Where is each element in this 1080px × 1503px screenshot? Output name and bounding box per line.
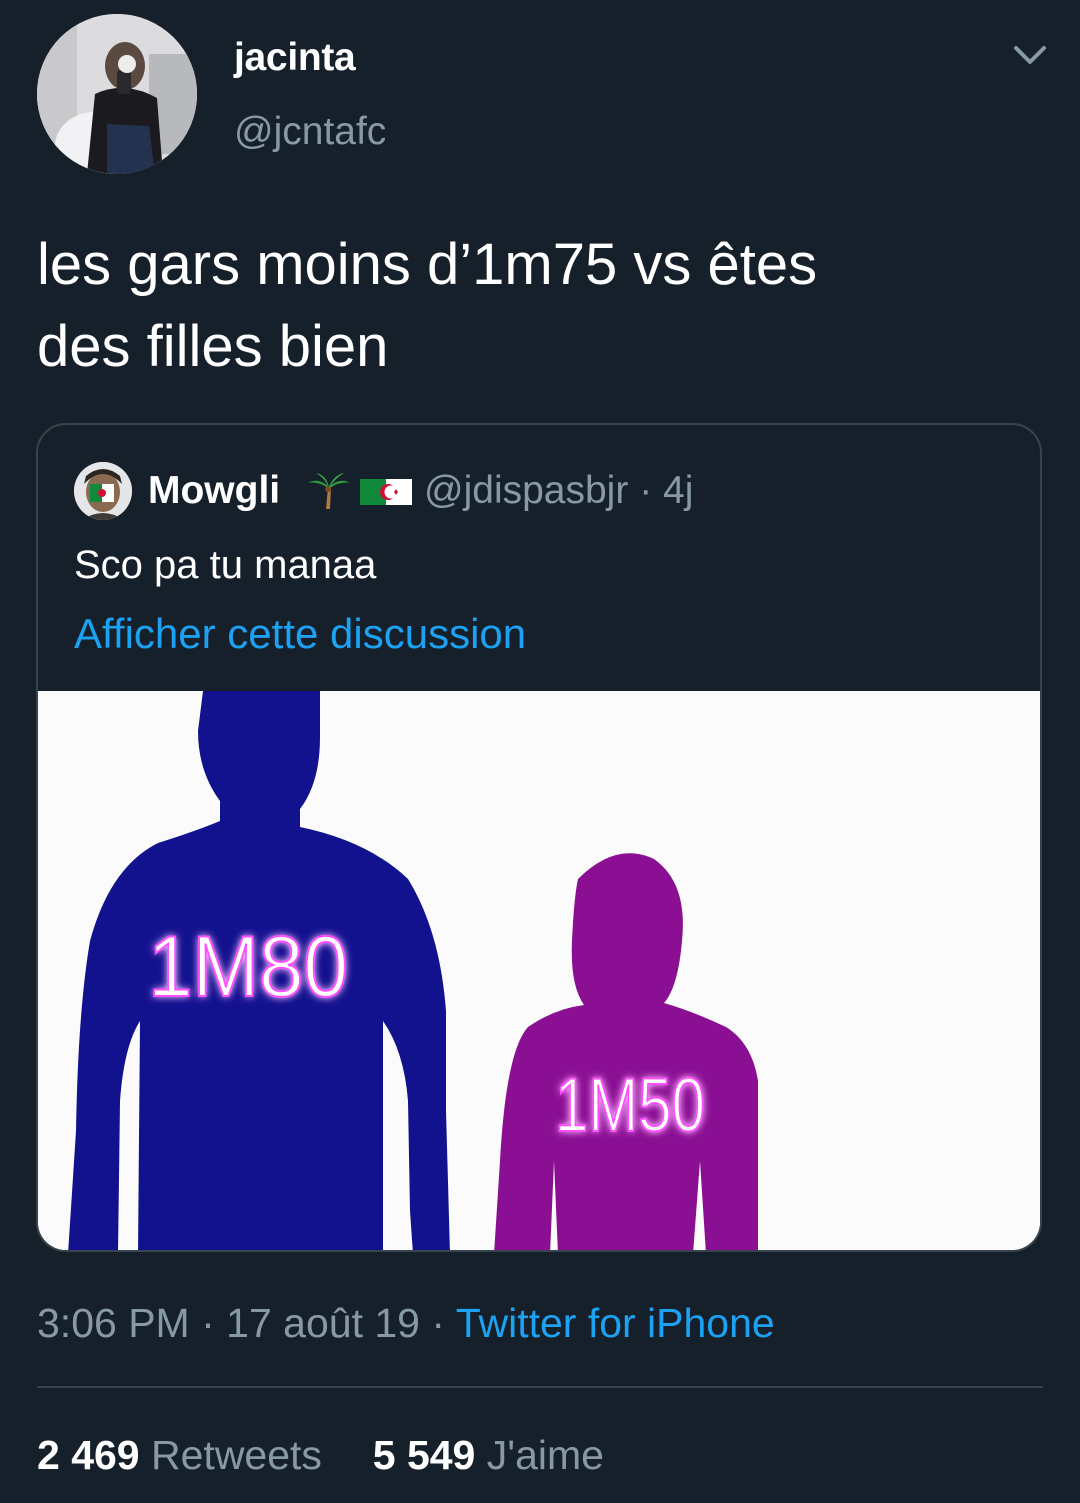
palm-tree-emoji (308, 473, 350, 509)
quoted-tweet-card[interactable]: Mowgli @jdispasbjr · 4j Sco pa tu manaa … (36, 423, 1042, 1252)
separator-dot: · (201, 1300, 215, 1346)
quoted-author-avatar[interactable] (74, 462, 132, 520)
quoted-name-emoji (306, 471, 418, 511)
algeria-flag-emoji (360, 479, 412, 505)
author-display-name[interactable]: jacinta (234, 36, 356, 80)
separator-dot: · (431, 1300, 446, 1346)
tweet-time: 3:06 PM (37, 1300, 190, 1346)
tweet-meta: 3:06 PM · 17 août 19 · Twitter for iPhon… (37, 1300, 775, 1347)
quoted-avatar-photo (74, 462, 132, 520)
show-thread-link[interactable]: Afficher cette discussion (74, 610, 526, 658)
quoted-media-image[interactable]: 1M80 1M50 (38, 691, 1040, 1250)
tweet-stats: 2 469 Retweets 5 549 J'aime (37, 1432, 604, 1479)
likes-stat[interactable]: 5 549 J'aime (373, 1432, 604, 1478)
height-comparison-image: 1M80 1M50 (38, 691, 1040, 1250)
likes-label: J'aime (486, 1432, 604, 1478)
retweets-label: Retweets (151, 1432, 322, 1478)
author-handle[interactable]: @jcntafc (234, 110, 386, 154)
separator-dot: · (639, 469, 653, 512)
chevron-down-icon[interactable] (1010, 40, 1050, 70)
tweet-text-line: des filles bien (37, 314, 389, 379)
quoted-display-name[interactable]: Mowgli (148, 469, 280, 513)
quoted-handle-line: @jdispasbjr · 4j (424, 469, 693, 513)
tweet-source-link[interactable]: Twitter for iPhone (456, 1300, 775, 1346)
quoted-age[interactable]: 4j (663, 469, 693, 512)
avatar-photo (37, 14, 197, 174)
retweets-stat[interactable]: 2 469 Retweets (37, 1432, 333, 1478)
tweet-date: 17 août 19 (226, 1300, 420, 1346)
tall-height-label: 1M80 (148, 919, 348, 1015)
short-height-label: 1M50 (555, 1063, 705, 1148)
author-avatar[interactable] (37, 14, 197, 174)
quoted-tweet-text: Sco pa tu manaa (74, 543, 377, 587)
tweet-text-line: les gars moins d’1m75 vs êtes (37, 232, 818, 297)
retweets-count: 2 469 (37, 1432, 140, 1478)
quoted-handle[interactable]: @jdispasbjr (424, 469, 628, 512)
tweet-text: les gars moins d’1m75 vs êtes des filles… (37, 224, 1047, 388)
divider (37, 1386, 1043, 1388)
likes-count: 5 549 (372, 1432, 476, 1478)
